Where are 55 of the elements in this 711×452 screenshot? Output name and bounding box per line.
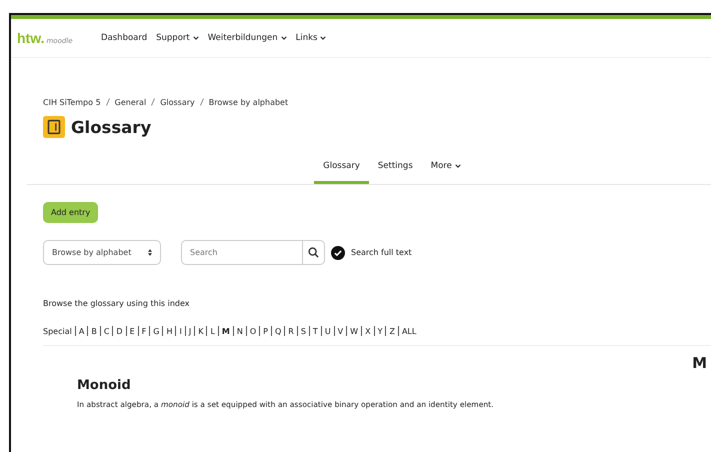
add-entry-button[interactable]: Add entry	[43, 202, 98, 223]
letter-link[interactable]: V	[338, 326, 344, 336]
breadcrumb-link[interactable]: Glossary	[160, 98, 195, 107]
letter-link[interactable]: S	[300, 326, 306, 336]
letter-link[interactable]: Q	[274, 326, 282, 336]
nav-link[interactable]: Links	[296, 33, 326, 43]
letter-link[interactable]: T	[312, 326, 318, 336]
letter-link[interactable]: B	[91, 326, 97, 336]
letter-link[interactable]: K	[198, 326, 204, 336]
letter-link[interactable]: O	[250, 326, 256, 336]
nav-link[interactable]: Weiterbildungen	[208, 33, 287, 43]
checkbox-label: Search full text	[351, 248, 412, 257]
letter-link[interactable]: G	[153, 326, 160, 336]
nav-link[interactable]: Support	[156, 33, 199, 43]
search-field[interactable]: Search	[181, 240, 303, 265]
letter-link[interactable]: ALL	[402, 326, 416, 336]
letter-link[interactable]: Y	[378, 326, 382, 336]
letter-link[interactable]: J	[188, 326, 192, 336]
letter-link[interactable]: P	[263, 326, 268, 336]
breadcrumb-link[interactable]: Browse by alphabet	[208, 98, 288, 107]
breadcrumb-link[interactable]: General	[114, 98, 146, 107]
page-title: Glossary	[71, 118, 152, 136]
search-button[interactable]	[303, 240, 325, 265]
letter-link[interactable]: N	[236, 326, 243, 336]
letter-link[interactable]: D	[116, 326, 123, 336]
tab[interactable]: More	[422, 152, 470, 184]
sort-arrows-icon	[148, 249, 152, 256]
browse-mode-select[interactable]: Browse by alphabet	[43, 240, 161, 265]
tab[interactable]: Glossary	[314, 152, 369, 184]
letter-link[interactable]: Z	[389, 326, 395, 336]
index-caption: Browse the glossary using this index	[43, 299, 191, 308]
tab[interactable]: Settings	[368, 152, 422, 184]
letter-link[interactable]: R	[288, 326, 294, 336]
letter-link[interactable]: F	[142, 326, 146, 336]
breadcrumb-link[interactable]: CIH SiTempo 5	[43, 98, 101, 107]
letter-link[interactable]: M	[222, 326, 230, 336]
letter-link[interactable]: W	[350, 326, 358, 336]
letter-link[interactable]: C	[104, 326, 110, 336]
nav-link[interactable]: Dashboard	[101, 33, 148, 43]
book-icon	[43, 116, 65, 138]
letter-link[interactable]: H	[166, 326, 172, 336]
search-icon	[308, 247, 319, 258]
section-letter: M	[692, 354, 707, 372]
slash-separator-icon	[200, 98, 204, 106]
entry-term: Monoid	[77, 378, 132, 393]
letter-link[interactable]: E	[130, 326, 135, 336]
letter-link[interactable]: U	[324, 326, 331, 336]
letter-link[interactable]: X	[365, 326, 371, 336]
letter-link[interactable]: A	[78, 326, 84, 336]
checkbox[interactable]	[331, 246, 345, 260]
letter-link[interactable]: I	[179, 326, 182, 336]
letter-link[interactable]: Special	[43, 326, 72, 336]
slash-separator-icon	[106, 98, 110, 106]
slash-separator-icon	[151, 98, 156, 106]
letter-link[interactable]: L	[210, 326, 215, 336]
